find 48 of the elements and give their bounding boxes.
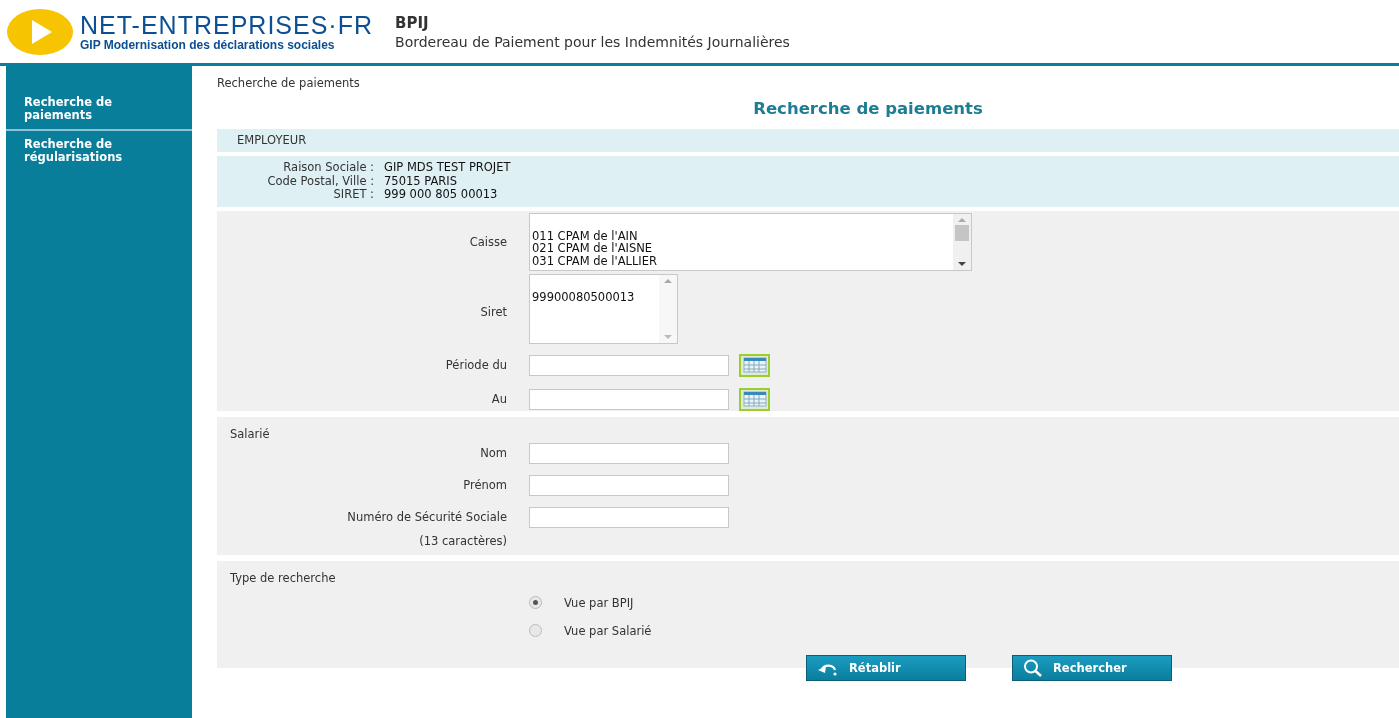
section-title: Salarié — [229, 426, 271, 441]
field-label: Nom — [479, 446, 507, 460]
text-field[interactable] — [529, 506, 729, 528]
date-field[interactable] — [529, 388, 729, 410]
caisse-listbox[interactable]: 011 CPAM de l'AIN 021 CPAM de l'AISNE 031 CPAM de l'ALLIER — [529, 212, 972, 271]
field-value: 999 000 805 00013 — [384, 188, 499, 202]
text-field[interactable] — [529, 442, 729, 464]
field-hint: (13 caractères) — [418, 533, 507, 548]
search-button[interactable]: Rechercher — [1012, 655, 1172, 681]
field-label: Caisse — [468, 234, 507, 249]
radio-button[interactable] — [529, 596, 542, 609]
calendar-icon[interactable] — [739, 353, 770, 377]
list-option[interactable]: 99900080500013 — [532, 290, 657, 303]
list-option[interactable]: 021 CPAM de l'AISNE — [532, 242, 951, 255]
field-label: Période du — [444, 358, 507, 372]
field-label: Raison Sociale : — [282, 161, 374, 175]
section-title: Type de recherche — [229, 570, 337, 585]
logo-subtitle: GIP Modernisation des déclarations sociales — [80, 37, 336, 52]
search-icon — [1023, 659, 1043, 677]
list-option[interactable]: 011 CPAM de l'AIN — [532, 229, 951, 242]
play-logo-icon — [7, 8, 73, 55]
sidebar-item[interactable]: Recherche de paiements — [6, 96, 192, 131]
date-field[interactable] — [529, 354, 729, 376]
sidebar-item[interactable]: Recherche de régularisations — [6, 131, 192, 170]
field-label: SIRET : — [332, 188, 374, 202]
field-label: Prénom — [462, 478, 507, 492]
calendar-icon[interactable] — [739, 387, 770, 411]
breadcrumb: Recherche de paiements — [217, 75, 361, 90]
scrollbar[interactable] — [659, 274, 677, 343]
field-value: 75015 PARIS — [384, 174, 458, 188]
app-title: BPIJ — [395, 13, 430, 32]
scrollbar[interactable] — [953, 213, 971, 270]
list-option[interactable]: 031 CPAM de l'ALLIER — [532, 254, 951, 267]
radio-label[interactable]: Vue par BPIJ — [564, 595, 634, 610]
field-label: Numéro de Sécurité Sociale — [346, 510, 507, 524]
section-title: EMPLOYEUR — [237, 133, 307, 147]
field-label: Code Postal, Ville : — [266, 174, 374, 188]
logo-title: NET-ENTREPRISES·FR — [80, 11, 374, 38]
page-title: Recherche de paiements — [752, 99, 984, 120]
text-field[interactable] — [529, 474, 729, 496]
field-label: Siret — [479, 305, 507, 319]
field-value: GIP MDS TEST PROJET — [384, 161, 512, 175]
siret-listbox[interactable]: 99900080500013 — [529, 273, 678, 344]
field-label: Au — [490, 392, 507, 406]
radio-button[interactable] — [529, 624, 542, 637]
app-subtitle: Bordereau de Paiement pour les Indemnités Journalières — [395, 33, 790, 50]
reset-button[interactable]: Rétablir — [806, 655, 966, 681]
radio-label[interactable]: Vue par Salarié — [564, 623, 652, 638]
